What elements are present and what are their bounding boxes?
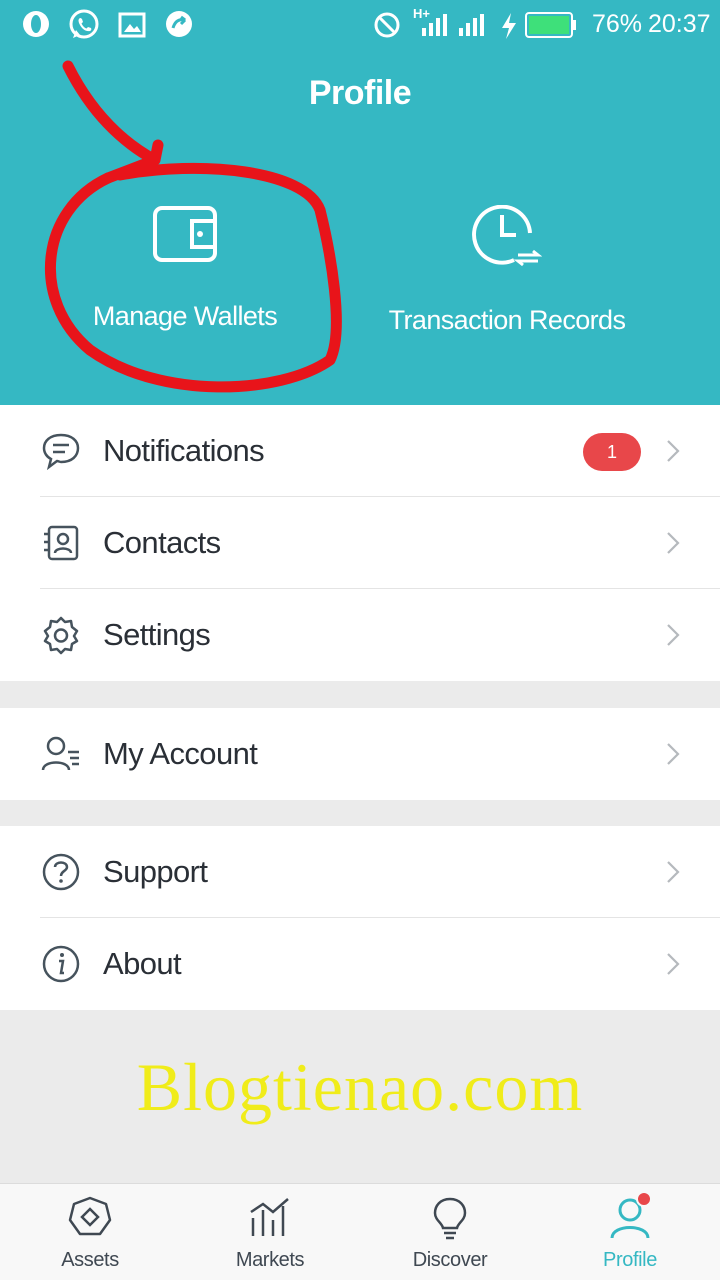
gear-icon (43, 616, 79, 655)
notifications-label: Notifications (103, 433, 265, 468)
user-account-icon (41, 736, 79, 771)
browser-icon (166, 11, 192, 37)
question-icon (42, 853, 80, 891)
settings-item[interactable]: Settings (0, 589, 720, 681)
support-item[interactable]: Support (0, 826, 720, 918)
status-bar: H+ 76% 20:37 (0, 0, 720, 50)
opera-icon (23, 11, 49, 37)
notification-count-badge: 1 (583, 433, 641, 471)
about-label: About (103, 946, 182, 981)
profile-notification-dot (636, 1191, 652, 1207)
do-not-disturb-icon (374, 12, 400, 38)
about-item[interactable]: About (0, 918, 720, 1010)
gallery-icon (118, 12, 146, 38)
transaction-records-label: Transaction Records (388, 305, 626, 335)
chevron-right-icon (667, 953, 680, 975)
bar-chart-icon (250, 1198, 289, 1236)
chat-bubble-icon (42, 433, 80, 471)
my-account-item[interactable]: My Account (0, 708, 720, 800)
info-icon (42, 945, 80, 983)
chevron-right-icon (667, 440, 680, 462)
hexagon-diamond-icon (68, 1196, 112, 1236)
battery-icon (525, 12, 576, 38)
lightbulb-icon (433, 1197, 467, 1240)
clock-icon (472, 205, 542, 267)
support-label: Support (103, 854, 208, 889)
profile-header: H+ 76% 20:37 Profile Manage Wallets Tran… (0, 0, 720, 405)
manage-wallets-label: Manage Wallets (92, 301, 278, 331)
contacts-item[interactable]: Contacts (0, 497, 720, 589)
chevron-right-icon (667, 624, 680, 646)
bottom-tab-bar: Assets Markets Discover Profile (0, 1183, 720, 1280)
watermark-text: Blogtienao.com (136, 1049, 584, 1125)
wallet-icon (153, 206, 217, 262)
manage-wallets-button[interactable]: Manage Wallets (20, 205, 350, 332)
menu-group-primary: Notifications 1 Contacts Settings (0, 405, 720, 681)
tab-profile-label: Profile (603, 1249, 657, 1271)
tab-assets-label: Assets (61, 1249, 119, 1271)
page-title: Profile (308, 74, 412, 112)
tab-discover-label: Discover (412, 1249, 488, 1271)
notifications-item[interactable]: Notifications 1 (0, 405, 720, 497)
tab-profile[interactable]: Profile (540, 1184, 720, 1280)
battery-percent: 76% (592, 10, 643, 38)
tab-discover[interactable]: Discover (360, 1184, 540, 1280)
chevron-right-icon (667, 861, 680, 883)
signal-icon-2 (459, 14, 484, 36)
clock-time: 20:37 (648, 10, 711, 38)
tab-markets-label: Markets (235, 1249, 305, 1271)
menu-group-help: Support About (0, 826, 720, 1010)
transaction-records-button[interactable]: Transaction Records (342, 205, 672, 336)
tab-assets[interactable]: Assets (0, 1184, 180, 1280)
settings-label: Settings (103, 617, 211, 652)
contacts-label: Contacts (103, 525, 221, 560)
signal-icon-1 (422, 14, 447, 36)
my-account-label: My Account (103, 736, 258, 771)
whatsapp-icon (69, 9, 99, 39)
charging-icon (502, 13, 516, 39)
contacts-book-icon (44, 525, 79, 561)
tab-markets[interactable]: Markets (180, 1184, 360, 1280)
menu-group-account: My Account (0, 708, 720, 800)
chevron-right-icon (667, 743, 680, 765)
chevron-right-icon (667, 532, 680, 554)
